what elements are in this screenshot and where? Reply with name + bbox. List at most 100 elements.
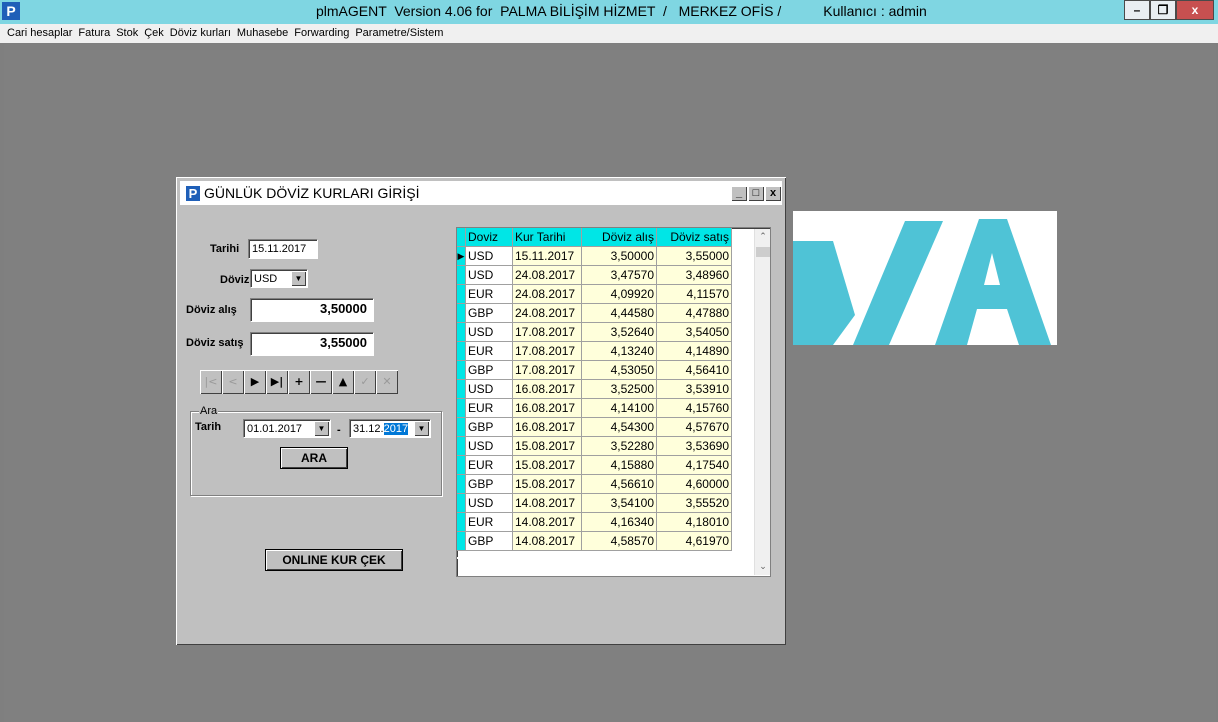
row-indicator[interactable] — [457, 360, 466, 380]
chevron-down-icon[interactable]: ▼ — [291, 271, 306, 286]
cell-doviz-satis[interactable]: 4,47880 — [656, 303, 732, 323]
cell-doviz[interactable]: GBP — [465, 417, 513, 437]
search-to-date[interactable]: 31.12.2017 ▼ — [349, 419, 431, 438]
cell-doviz-alis[interactable]: 4,58570 — [581, 531, 657, 551]
close-button[interactable]: x — [1176, 0, 1214, 20]
row-indicator[interactable] — [457, 398, 466, 418]
last-record-icon[interactable]: ▶| — [266, 370, 288, 394]
cell-doviz-satis[interactable]: 4,57670 — [656, 417, 732, 437]
cell-kur-tarihi[interactable]: 17.08.2017 — [512, 360, 582, 380]
cell-doviz-satis[interactable]: 3,53910 — [656, 379, 732, 399]
col-doviz[interactable]: Doviz — [465, 228, 513, 247]
dialog-app-icon[interactable]: P — [186, 186, 200, 201]
menu-doviz-kurlari[interactable]: Döviz kurları — [167, 24, 234, 43]
cell-doviz-alis[interactable]: 3,52640 — [581, 322, 657, 342]
cell-doviz-alis[interactable]: 3,52500 — [581, 379, 657, 399]
cell-doviz-satis[interactable]: 4,11570 — [656, 284, 732, 304]
col-kur-tarihi[interactable]: Kur Tarihi — [512, 228, 582, 247]
scroll-up-icon[interactable]: ⌃ — [755, 229, 770, 245]
row-indicator[interactable] — [457, 303, 466, 323]
cell-kur-tarihi[interactable]: 15.08.2017 — [512, 474, 582, 494]
menu-stok[interactable]: Stok — [113, 24, 141, 43]
cell-doviz-alis[interactable]: 3,54100 — [581, 493, 657, 513]
doviz-satis-input[interactable]: 3,55000 — [250, 332, 374, 356]
cell-doviz-satis[interactable]: 3,55520 — [656, 493, 732, 513]
ara-button[interactable]: ARA — [281, 448, 347, 468]
dialog-close-button[interactable]: x — [765, 186, 781, 201]
cell-doviz-alis[interactable]: 4,09920 — [581, 284, 657, 304]
cell-kur-tarihi[interactable]: 15.08.2017 — [512, 455, 582, 475]
cell-doviz[interactable]: USD — [465, 436, 513, 456]
cell-doviz-satis[interactable]: 3,53690 — [656, 436, 732, 456]
cell-doviz[interactable]: GBP — [465, 474, 513, 494]
table-row[interactable]: USD 24.08.2017 3,47570 3,48960 — [457, 265, 732, 285]
table-row[interactable]: EUR 16.08.2017 4,14100 4,15760 — [457, 398, 732, 418]
menu-cek[interactable]: Çek — [141, 24, 167, 43]
menu-fatura[interactable]: Fatura — [75, 24, 113, 43]
cell-kur-tarihi[interactable]: 14.08.2017 — [512, 512, 582, 532]
cell-doviz[interactable]: GBP — [465, 531, 513, 551]
insert-record-icon[interactable]: + — [288, 370, 310, 394]
menu-parametre-sistem[interactable]: Parametre/Sistem — [352, 24, 446, 43]
cell-doviz-alis[interactable]: 4,56610 — [581, 474, 657, 494]
cell-doviz-satis[interactable]: 3,54050 — [656, 322, 732, 342]
cell-doviz[interactable]: GBP — [465, 360, 513, 380]
table-row[interactable]: USD 17.08.2017 3,52640 3,54050 — [457, 322, 732, 342]
table-row[interactable]: USD 15.08.2017 3,52280 3,53690 — [457, 436, 732, 456]
table-row[interactable]: GBP 15.08.2017 4,56610 4,60000 — [457, 474, 732, 494]
table-row[interactable]: GBP 17.08.2017 4,53050 4,56410 — [457, 360, 732, 380]
cell-doviz-alis[interactable]: 3,47570 — [581, 265, 657, 285]
table-row[interactable]: USD 16.08.2017 3,52500 3,53910 — [457, 379, 732, 399]
tarihi-input[interactable]: 15.11.2017 — [248, 239, 318, 259]
app-logo-icon[interactable]: P — [2, 2, 20, 20]
row-indicator[interactable] — [457, 436, 466, 456]
cell-doviz[interactable]: EUR — [465, 341, 513, 361]
chevron-down-icon[interactable]: ▼ — [414, 421, 429, 436]
row-indicator[interactable] — [457, 493, 466, 513]
row-indicator[interactable] — [457, 284, 466, 304]
table-row[interactable]: GBP 24.08.2017 4,44580 4,47880 — [457, 303, 732, 323]
scroll-down-icon[interactable]: ⌄ — [755, 559, 770, 575]
edit-record-icon[interactable]: ▲ — [332, 370, 354, 394]
row-indicator[interactable] — [457, 379, 466, 399]
first-record-icon[interactable]: |< — [200, 370, 222, 394]
cell-doviz-alis[interactable]: 4,14100 — [581, 398, 657, 418]
row-indicator[interactable] — [457, 474, 466, 494]
cell-doviz[interactable]: USD — [465, 246, 513, 266]
cell-doviz-satis[interactable]: 4,15760 — [656, 398, 732, 418]
cancel-record-icon[interactable]: ✕ — [376, 370, 398, 394]
row-indicator[interactable] — [457, 265, 466, 285]
cell-kur-tarihi[interactable]: 16.08.2017 — [512, 417, 582, 437]
cell-doviz-alis[interactable]: 4,44580 — [581, 303, 657, 323]
minimize-button[interactable]: – — [1124, 0, 1150, 20]
col-doviz-satis[interactable]: Döviz satış — [656, 228, 732, 247]
cell-doviz-alis[interactable]: 4,54300 — [581, 417, 657, 437]
cell-kur-tarihi[interactable]: 14.08.2017 — [512, 531, 582, 551]
menu-forwarding[interactable]: Forwarding — [291, 24, 352, 43]
row-indicator[interactable] — [457, 531, 466, 551]
doviz-alis-input[interactable]: 3,50000 — [250, 298, 374, 322]
cell-doviz[interactable]: EUR — [465, 512, 513, 532]
cell-doviz-alis[interactable]: 4,15880 — [581, 455, 657, 475]
cell-doviz[interactable]: EUR — [465, 398, 513, 418]
cell-doviz[interactable]: EUR — [465, 455, 513, 475]
online-kur-cek-button[interactable]: ONLINE KUR ÇEK — [266, 550, 402, 570]
cell-doviz[interactable]: USD — [465, 493, 513, 513]
delete-record-icon[interactable]: — — [310, 370, 332, 394]
dialog-maximize-button[interactable]: □ — [748, 186, 764, 201]
cell-doviz-satis[interactable]: 4,14890 — [656, 341, 732, 361]
dialog-minimize-button[interactable]: _ — [731, 186, 747, 201]
cell-doviz-alis[interactable]: 4,13240 — [581, 341, 657, 361]
table-row[interactable]: EUR 24.08.2017 4,09920 4,11570 — [457, 284, 732, 304]
row-indicator[interactable] — [457, 417, 466, 437]
cell-doviz[interactable]: EUR — [465, 284, 513, 304]
cell-kur-tarihi[interactable]: 17.08.2017 — [512, 341, 582, 361]
cell-kur-tarihi[interactable]: 17.08.2017 — [512, 322, 582, 342]
rates-grid[interactable]: Doviz Kur Tarihi Döviz alış Döviz satış … — [456, 227, 771, 577]
cell-kur-tarihi[interactable]: 15.08.2017 — [512, 436, 582, 456]
cell-doviz[interactable]: USD — [465, 265, 513, 285]
grid-vertical-scrollbar[interactable]: ⌃ ⌄ — [754, 229, 770, 575]
cell-doviz-satis[interactable]: 4,61970 — [656, 531, 732, 551]
cell-doviz-alis[interactable]: 4,16340 — [581, 512, 657, 532]
cell-doviz[interactable]: USD — [465, 322, 513, 342]
